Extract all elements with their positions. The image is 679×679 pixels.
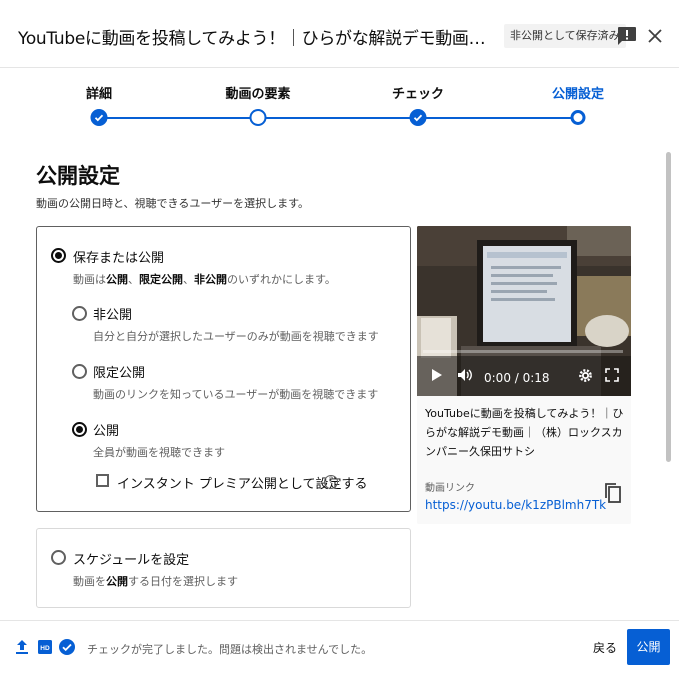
save-or-publish-description: 動画は公開、限定公開、非公開のいずれかにします。 <box>73 273 336 286</box>
scrollbar[interactable] <box>666 152 671 462</box>
feedback-icon[interactable] <box>615 24 639 48</box>
schedule-radio[interactable] <box>51 550 66 565</box>
svg-text:HD: HD <box>40 645 50 652</box>
instant-premiere-checkbox[interactable] <box>96 474 109 487</box>
upload-icon[interactable] <box>13 638 31 656</box>
visibility-content: 公開設定 動画の公開日時と、視聴できるユーザーを選択します。 保存または公開 動… <box>0 138 679 620</box>
video-player[interactable]: 0:00 / 0:18 <box>417 226 631 396</box>
copy-icon[interactable] <box>604 482 622 504</box>
schedule-description: 動画を公開する日付を選択します <box>73 575 238 588</box>
save-or-publish-radio[interactable] <box>51 248 66 263</box>
page-description: 動画の公開日時と、視聴できるユーザーを選択します。 <box>36 197 310 210</box>
unlisted-radio[interactable] <box>72 364 87 379</box>
unlisted-label: 限定公開 <box>93 366 146 381</box>
public-radio[interactable] <box>72 422 87 437</box>
public-description: 全員が動画を視聴できます <box>93 446 225 459</box>
schedule-label: スケジュールを設定 <box>73 553 190 568</box>
step-label-elements[interactable]: 動画の要素 <box>225 83 290 102</box>
private-description: 自分と自分が選択したユーザーのみが動画を視聴できます <box>93 330 379 343</box>
dialog-footer: HD チェックが完了しました。問題は検出されませんでした。 戻る 公開 <box>0 620 679 679</box>
step-label-details[interactable]: 詳細 <box>86 83 112 102</box>
step-label-checks[interactable]: チェック <box>392 83 444 102</box>
step-dot-visibility[interactable] <box>570 110 586 125</box>
back-button[interactable]: 戻る <box>586 634 624 662</box>
video-time: 0:00 / 0:18 <box>484 371 550 385</box>
step-dot-checks[interactable] <box>409 109 427 126</box>
schedule-card: スケジュールを設定 動画を公開する日付を選択します <box>36 528 411 608</box>
step-dot-elements[interactable] <box>249 109 267 126</box>
step-label-visibility[interactable]: 公開設定 <box>552 83 604 102</box>
fullscreen-icon[interactable] <box>605 368 619 385</box>
close-icon[interactable] <box>643 24 667 48</box>
play-icon[interactable] <box>431 368 443 385</box>
video-link-label: 動画リンク <box>425 483 475 494</box>
public-label: 公開 <box>93 424 120 439</box>
page-title: 公開設定 <box>36 164 120 188</box>
check-complete-icon[interactable] <box>58 638 76 656</box>
upload-dialog: YouTubeに動画を投稿してみよう！｜ひらがな解説デモ動画｜（株）ロックスカン… <box>0 0 679 679</box>
upload-stepper: 詳細 動画の要素 チェック 公開設定 <box>0 68 679 138</box>
settings-icon[interactable] <box>578 368 593 386</box>
saved-status-badge: 非公開として保存済み <box>504 24 626 48</box>
dialog-header: YouTubeに動画を投稿してみよう！｜ひらがな解説デモ動画｜（株）ロックスカン… <box>0 0 679 68</box>
publish-button[interactable]: 公開 <box>627 629 670 665</box>
stepper-track <box>99 117 579 119</box>
dialog-title: YouTubeに動画を投稿してみよう！｜ひらがな解説デモ動画｜（株）ロックスカン… <box>18 29 496 49</box>
volume-icon[interactable] <box>457 368 473 385</box>
checks-status-text: チェックが完了しました。問題は検出されませんでした。 <box>87 643 373 656</box>
private-radio[interactable] <box>72 306 87 321</box>
save-or-publish-label: 保存または公開 <box>73 251 165 266</box>
save-or-publish-card: 保存または公開 動画は公開、限定公開、非公開のいずれかにします。 非公開 自分と… <box>36 226 411 512</box>
help-icon[interactable]: ? <box>324 475 338 489</box>
video-title: YouTubeに動画を投稿してみよう！｜ひらがな解説デモ動画｜（株）ロックスカン… <box>425 407 624 458</box>
step-dot-details[interactable] <box>90 109 108 126</box>
unlisted-description: 動画のリンクを知っているユーザーが動画を視聴できます <box>93 388 379 401</box>
video-preview-card: 0:00 / 0:18 YouTubeに動画を投稿してみよう！｜ひらがな解説デモ… <box>417 226 631 524</box>
private-label: 非公開 <box>93 308 133 323</box>
video-progress-bar[interactable] <box>423 350 623 353</box>
video-link[interactable]: https://youtu.be/k1zPBlmh7Tk <box>425 498 606 512</box>
hd-icon[interactable]: HD <box>37 638 55 656</box>
